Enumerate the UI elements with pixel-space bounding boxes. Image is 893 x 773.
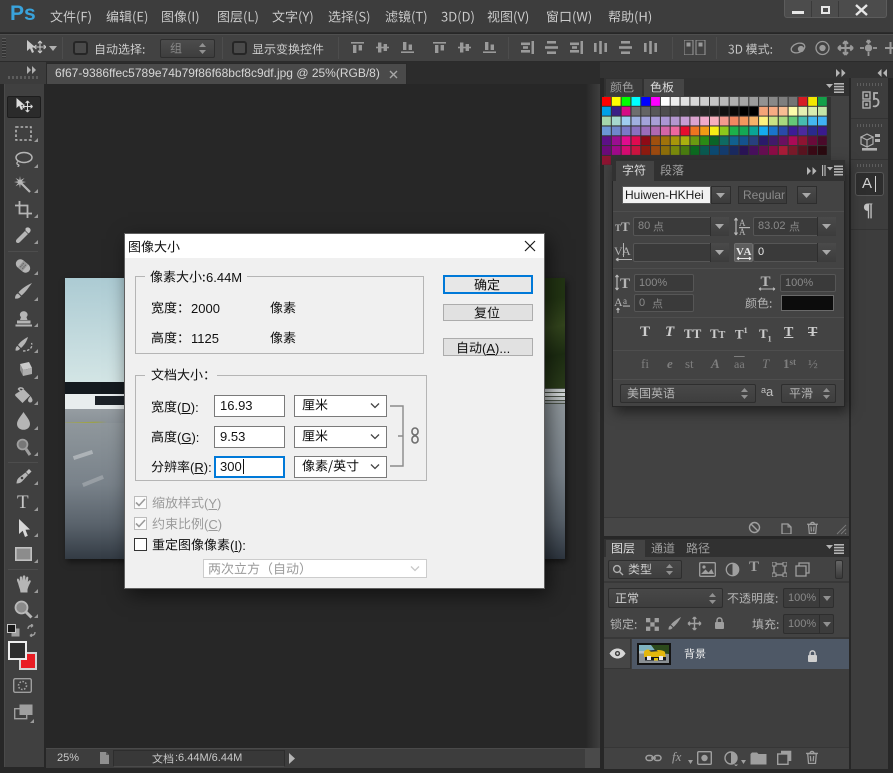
svg-text:A: A (739, 227, 746, 236)
svg-text:a: a (623, 296, 627, 306)
svg-text:A: A (744, 246, 752, 258)
svg-text:T: T (761, 274, 771, 290)
svg-text:T: T (620, 276, 630, 291)
svg-text:A: A (614, 295, 623, 309)
